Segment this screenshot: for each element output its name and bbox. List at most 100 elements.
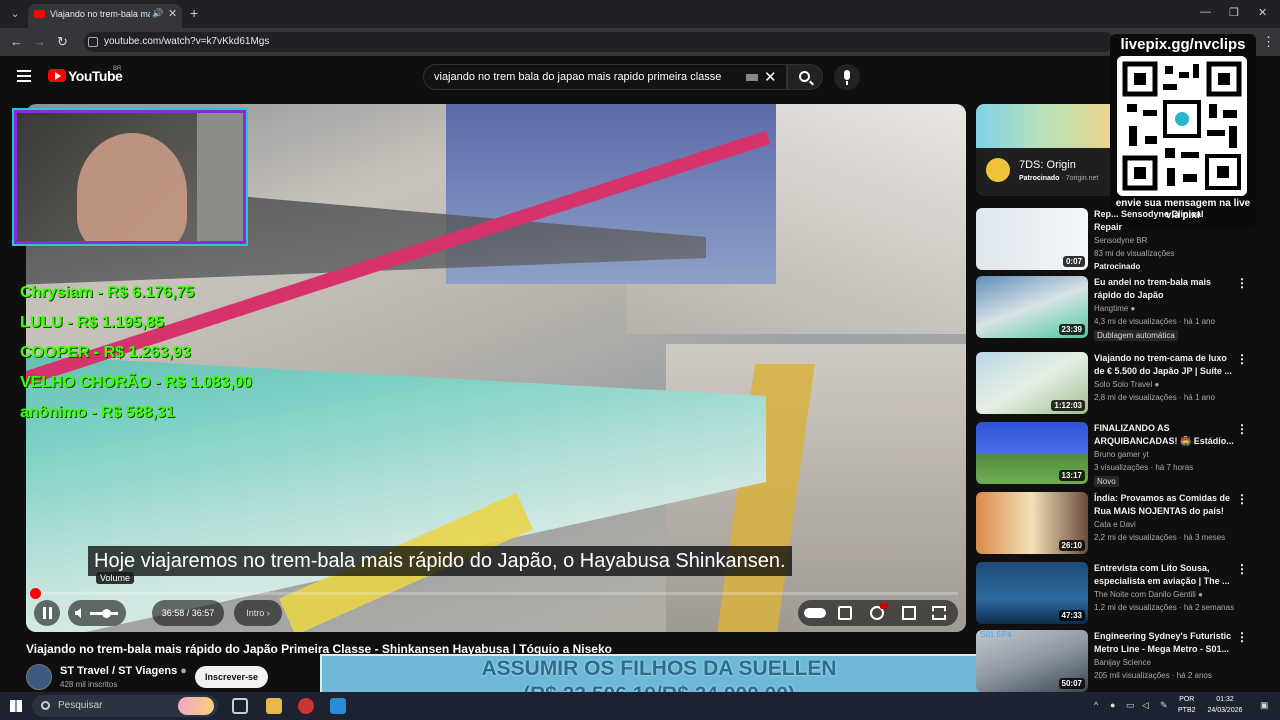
system-clock[interactable]: 01:32 24/03/2026	[1204, 694, 1246, 716]
voice-search-button[interactable]	[834, 64, 860, 90]
window-close-button[interactable]: ✕	[1258, 6, 1267, 19]
video-thumbnail[interactable]: 1:12:03	[976, 352, 1088, 414]
browser-menu-icon[interactable]: ⋮	[1262, 34, 1275, 50]
video-thumbnail[interactable]: 47:33	[976, 562, 1088, 624]
mic-tray-icon[interactable]: ●	[1110, 700, 1115, 710]
recommendation-channel[interactable]: Solo Solo Travel ●	[1094, 380, 1159, 389]
recommendation-title[interactable]: Engineering Sydney's Futuristic Metro Li…	[1094, 630, 1234, 656]
taskbar-search-input[interactable]: Pesquisar	[32, 695, 218, 717]
ad-title: 7DS: Origin	[1019, 159, 1076, 171]
restore-button[interactable]: ❐	[1229, 6, 1239, 19]
recommendation-channel[interactable]: Cata e Davi	[1094, 520, 1136, 529]
recommendation-meta: 83 mi de visualizações	[1094, 249, 1175, 258]
file-explorer-icon[interactable]	[266, 698, 282, 714]
recommendation-item[interactable]: 26:10 Índia: Provamos as Comidas de Rua …	[976, 492, 1250, 556]
clear-search-icon[interactable]: ✕	[764, 68, 777, 86]
new-badge: Novo	[1094, 476, 1119, 487]
verified-icon: ●	[1198, 590, 1203, 599]
site-info-icon[interactable]	[88, 37, 98, 47]
reload-icon[interactable]: ↻	[57, 34, 68, 50]
recommendation-item[interactable]: 23:39 Eu andei no trem-bala mais rápido …	[976, 276, 1250, 341]
subtitles-icon[interactable]	[838, 606, 852, 620]
progress-bar[interactable]	[30, 588, 958, 599]
browser-tab[interactable]: Viajando no trem-bala mais 🔊 ✕	[28, 4, 182, 28]
recommendation-title[interactable]: Índia: Provamos as Comidas de Rua MAIS N…	[1094, 492, 1234, 518]
scrubber-handle[interactable]	[30, 588, 41, 599]
chapter-button[interactable]: Intro ›	[234, 600, 282, 626]
search-query: viajando no trem bala do japao mais rapi…	[434, 71, 722, 83]
url-field[interactable]: youtube.com/watch?v=k7vKkd61Mgs	[84, 32, 1114, 52]
volume-handle[interactable]	[102, 609, 111, 618]
recommendation-item[interactable]: 1:12:03 Viajando no trem-cama de luxo de…	[976, 352, 1250, 416]
tab-search-button[interactable]: ⌄	[6, 5, 24, 23]
video-thumbnail[interactable]: 13:17	[976, 422, 1088, 484]
more-actions-icon[interactable]: ⋮	[1236, 352, 1248, 366]
back-icon[interactable]: ←	[10, 34, 23, 49]
recommendation-item[interactable]: 47:33 Entrevista com Lito Sousa, especia…	[976, 562, 1250, 626]
more-actions-icon[interactable]: ⋮	[1236, 562, 1248, 576]
verified-icon: ●	[1130, 304, 1136, 313]
recommendation-item[interactable]: 0:07 Rep... Sensodyne Clinical Repair Se…	[976, 208, 1250, 272]
youtube-logo-icon[interactable]	[48, 69, 66, 82]
video-thumbnail[interactable]: 26:10	[976, 492, 1088, 554]
pen-icon[interactable]: ✎	[1160, 700, 1168, 711]
subscriber-count: 428 mil inscritos	[60, 680, 118, 689]
recommendation-channel[interactable]: Bruno gamer yt	[1094, 450, 1149, 459]
recommendation-channel[interactable]: The Noite com Danilo Gentili ●	[1094, 590, 1203, 599]
menu-icon[interactable]	[17, 70, 31, 82]
browser-app-icon[interactable]	[330, 698, 346, 714]
fullscreen-icon[interactable]	[932, 606, 946, 620]
recommendation-title[interactable]: Entrevista com Lito Sousa, especialista …	[1094, 562, 1234, 588]
duration-badge: 47:33	[1058, 610, 1085, 621]
speaker-tray-icon[interactable]: ◁	[1142, 700, 1149, 711]
network-icon[interactable]: ▭	[1126, 700, 1135, 711]
more-actions-icon[interactable]: ⋮	[1236, 422, 1248, 436]
auto-dubbing-badge: Dublagem automática	[1094, 330, 1178, 341]
recommendation-title[interactable]: Eu andei no trem-bala mais rápido do Jap…	[1094, 276, 1234, 302]
more-actions-icon[interactable]: ⋮	[1236, 492, 1248, 506]
miniplayer-icon[interactable]	[902, 606, 916, 620]
new-tab-button[interactable]: +	[190, 5, 198, 21]
recommendation-channel[interactable]: Sensodyne BR	[1094, 236, 1147, 245]
forward-icon[interactable]: →	[33, 34, 46, 49]
more-actions-icon[interactable]: ⋮	[1236, 276, 1248, 290]
volume-icon[interactable]	[75, 608, 81, 618]
search-input[interactable]: viajando no trem bala do japao mais rapi…	[423, 64, 787, 90]
channel-text: Solo Solo Travel	[1094, 380, 1153, 389]
video-thumbnail[interactable]: 0:07	[976, 208, 1088, 270]
recommendation-title[interactable]: FINALIZANDO AS ARQUIBANCADAS! 🏟️ Estádio…	[1094, 422, 1234, 448]
notification-icon[interactable]: ▣	[1260, 700, 1269, 711]
channel-name[interactable]: ST Travel / ST Viagens ●	[60, 665, 187, 677]
more-actions-icon[interactable]: ⋮	[1236, 630, 1248, 644]
subscribe-button[interactable]: Inscrever-se	[195, 666, 268, 688]
recommendation-item[interactable]: 50:07 S01 EP4 Engineering Sydney's Futur…	[976, 630, 1250, 694]
windows-start-icon[interactable]	[10, 700, 22, 712]
search-button[interactable]	[787, 64, 823, 90]
minimize-button[interactable]: —	[1200, 6, 1211, 18]
task-view-icon[interactable]	[232, 698, 248, 714]
donor-entry: anônimo - R$ 588,31	[20, 404, 175, 421]
recommendation-meta: 1,2 mi de visualizações · há 2 semanas	[1094, 603, 1235, 612]
recommendation-channel[interactable]: Banijay Science	[1094, 658, 1151, 667]
tab-audio-icon[interactable]: 🔊	[152, 8, 163, 19]
video-thumbnail[interactable]: 50:07	[976, 630, 1088, 692]
sponsored-ad-card[interactable]: 7DS: Origin Patrocinado · 7origin.net	[976, 104, 1116, 196]
recommendation-title[interactable]: Rep... Sensodyne Clinical Repair	[1094, 208, 1234, 234]
input-language[interactable]: POR PTB2	[1178, 694, 1196, 716]
video-thumbnail[interactable]: 23:39	[976, 276, 1088, 338]
recommendation-title[interactable]: Viajando no trem-cama de luxo de € 5.500…	[1094, 352, 1234, 378]
recommendation-channel[interactable]: Hangtime ●	[1094, 304, 1135, 313]
channel-avatar[interactable]	[26, 664, 52, 690]
app-icon[interactable]	[298, 698, 314, 714]
browser-tabbar: ⌄ Viajando no trem-bala mais 🔊 ✕ + — ❐ ✕	[0, 0, 1280, 28]
volume-control[interactable]	[68, 600, 126, 626]
lang-code: POR	[1179, 696, 1195, 703]
goal-title: ASSUMIR OS FILHOS DA SUELLEN	[481, 657, 837, 680]
autoplay-toggle[interactable]	[804, 608, 826, 618]
pause-button[interactable]	[34, 600, 60, 626]
windows-taskbar: Pesquisar ^ ● ▭ ◁ ✎ POR PTB2 01:32 24/03/2…	[0, 692, 1280, 720]
tray-chevron-icon[interactable]: ^	[1094, 700, 1098, 710]
recommendation-item[interactable]: 13:17 FINALIZANDO AS ARQUIBANCADAS! 🏟️ E…	[976, 422, 1250, 487]
tab-close-icon[interactable]: ✕	[168, 7, 177, 20]
keyboard-icon[interactable]	[746, 74, 758, 81]
